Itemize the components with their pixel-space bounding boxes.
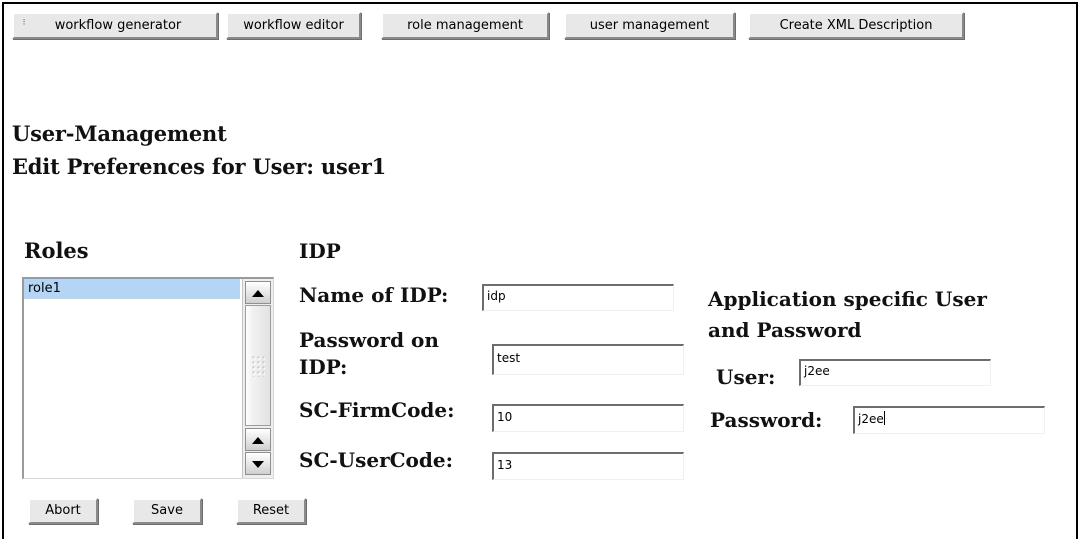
- nav-button-2[interactable]: role management: [381, 12, 549, 39]
- app-specific-heading-line2: and Password: [708, 318, 862, 342]
- application-window: ⁝ workflow generator workflow editor role m…: [2, 2, 1078, 539]
- idp-heading: IDP: [299, 239, 341, 263]
- idp-field-label-0: Name of IDP:: [299, 283, 449, 307]
- app-field-input-value-1: j2ee: [858, 412, 884, 426]
- page-title: User-Management: [12, 121, 227, 146]
- save-button[interactable]: Save: [132, 498, 202, 524]
- nav-button-label: workflow editor: [243, 18, 344, 33]
- triangle-down-icon: [252, 460, 264, 468]
- triangle-up-icon: [252, 436, 264, 444]
- abort-button[interactable]: Abort: [28, 498, 98, 524]
- app-field-input-value-0: j2ee: [804, 364, 830, 378]
- nav-button-0[interactable]: ⁝ workflow generator: [12, 12, 218, 39]
- page-subtitle: Edit Preferences for User: user1: [12, 154, 387, 179]
- scrollbar-grip-icon: [251, 354, 265, 377]
- scrollbar-down-button[interactable]: [245, 452, 271, 475]
- nav-button-1[interactable]: workflow editor: [226, 12, 361, 39]
- roles-scrollbar[interactable]: [242, 279, 273, 478]
- app-specific-heading-line1: Application specific User: [708, 287, 987, 311]
- idp-field-input-2[interactable]: 10: [492, 404, 684, 432]
- app-field-input-1[interactable]: j2ee: [853, 406, 1045, 434]
- nav-button-3[interactable]: user management: [564, 12, 735, 39]
- nav-button-label: user management: [589, 18, 710, 33]
- nav-button-label: workflow generator: [54, 18, 182, 33]
- idp-field-input-1[interactable]: test: [492, 344, 684, 375]
- triangle-up-icon: [252, 289, 264, 297]
- roles-list[interactable]: role1: [24, 279, 240, 478]
- reset-button[interactable]: Reset: [236, 498, 306, 524]
- idp-field-input-value-1: test: [497, 351, 521, 365]
- idp-field-input-3[interactable]: 13: [492, 452, 684, 480]
- idp-field-input-value-0: idp: [487, 289, 506, 303]
- nav-button-4[interactable]: Create XML Description: [748, 12, 964, 39]
- app-field-label-1: Password:: [710, 408, 823, 432]
- list-item[interactable]: role1: [24, 279, 240, 299]
- app-field-label-0: User:: [716, 365, 776, 389]
- focus-indicator-icon: ⁝: [22, 18, 26, 28]
- idp-field-input-0[interactable]: idp: [482, 284, 674, 311]
- scrollbar-up-button-bottom[interactable]: [245, 428, 271, 451]
- roles-listbox[interactable]: role1: [22, 277, 274, 479]
- idp-field-label-3: SC-UserCode:: [299, 448, 453, 472]
- nav-button-label: Create XML Description: [779, 18, 933, 33]
- idp-field-input-value-3: 13: [497, 458, 513, 472]
- scrollbar-thumb[interactable]: [245, 305, 271, 426]
- idp-field-label-2: SC-FirmCode:: [299, 398, 455, 422]
- text-caret-icon: [883, 411, 885, 425]
- top-navigation-bar: ⁝ workflow generator workflow editor role m…: [4, 12, 1074, 46]
- app-field-input-0[interactable]: j2ee: [799, 359, 991, 386]
- idp-field-input-value-2: 10: [497, 410, 513, 424]
- scrollbar-up-button-top[interactable]: [245, 281, 271, 304]
- idp-field-label-1: Password on IDP:: [299, 328, 439, 379]
- nav-button-label: role management: [407, 18, 523, 33]
- roles-heading: Roles: [24, 238, 89, 263]
